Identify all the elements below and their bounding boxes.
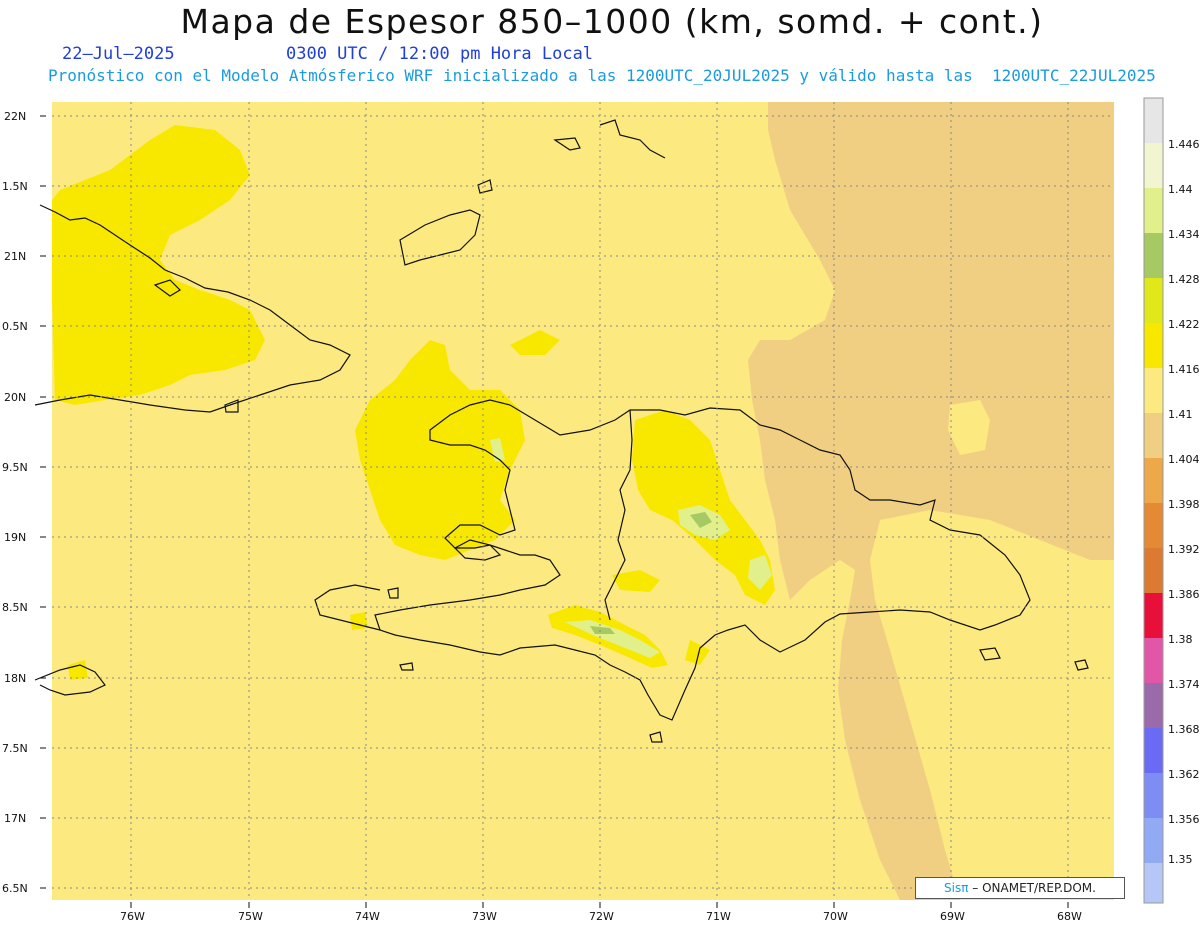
legend-label: 1.386	[1168, 588, 1200, 601]
lat-label: 7.5N	[2, 742, 28, 755]
legend-swatch	[1144, 728, 1163, 773]
legend-swatch	[1144, 143, 1163, 188]
legend-label: 1.356	[1168, 813, 1200, 826]
legend-swatch	[1144, 188, 1163, 233]
legend-label: 1.368	[1168, 723, 1200, 736]
legend-swatch	[1144, 683, 1163, 728]
lon-label: 70W	[823, 910, 848, 923]
legend-swatch	[1144, 593, 1163, 638]
lon-label: 71W	[706, 910, 731, 923]
lon-label: 68W	[1057, 910, 1082, 923]
thickness-map: 22N 1.5N 21N 0.5N 20N 9.5N 19N 8.5N 18N …	[2, 97, 1200, 923]
legend-label: 1.422	[1168, 318, 1200, 331]
legend-label: 1.374	[1168, 678, 1200, 691]
legend-swatch	[1144, 368, 1163, 413]
legend-label: 1.416	[1168, 363, 1200, 376]
legend-label: 1.404	[1168, 453, 1200, 466]
lon-label: 69W	[940, 910, 965, 923]
legend-label: 1.362	[1168, 768, 1200, 781]
legend-label: 1.392	[1168, 543, 1200, 556]
lat-label: 6.5N	[2, 882, 28, 895]
lat-label: 18N	[4, 672, 26, 685]
legend-swatch	[1144, 413, 1163, 458]
legend-label: 1.398	[1168, 498, 1200, 511]
legend-swatch	[1144, 503, 1163, 548]
credit-text: – ONAMET/REP.DOM.	[972, 881, 1096, 895]
lon-label: 73W	[472, 910, 497, 923]
color-legend: 1.446 1.44 1.434 1.428 1.422 1.416 1.41 …	[1143, 97, 1200, 904]
lat-label: 9.5N	[2, 461, 28, 474]
legend-swatch	[1144, 638, 1163, 683]
legend-label: 1.434	[1168, 228, 1200, 241]
legend-label: 1.38	[1168, 633, 1193, 646]
lon-label: 75W	[238, 910, 263, 923]
legend-swatch	[1144, 233, 1163, 278]
legend-label: 1.44	[1168, 183, 1193, 196]
legend-label: 1.41	[1168, 408, 1193, 421]
legend-label: 1.428	[1168, 273, 1200, 286]
lat-label: 19N	[4, 531, 26, 544]
legend-swatch	[1144, 818, 1163, 863]
legend-swatch	[1144, 98, 1163, 143]
legend-swatch	[1144, 323, 1163, 368]
legend-swatch	[1144, 278, 1163, 323]
lat-label: 0.5N	[2, 320, 28, 333]
lat-label: 8.5N	[2, 601, 28, 614]
lon-label: 74W	[355, 910, 380, 923]
legend-swatch	[1144, 863, 1163, 903]
lat-label: 21N	[4, 250, 26, 263]
credit-box: Sisπ – ONAMET/REP.DOM.	[915, 877, 1125, 899]
legend-label: 1.446	[1168, 138, 1200, 151]
lon-labels: 76W 75W 74W 73W 72W 71W 70W 69W 68W	[120, 910, 1082, 923]
lon-label: 72W	[589, 910, 614, 923]
lat-label: 17N	[4, 812, 26, 825]
lon-label: 76W	[120, 910, 145, 923]
credit-brand: Sisπ	[944, 881, 969, 895]
legend-swatch	[1144, 773, 1163, 818]
legend-label: 1.35	[1168, 853, 1193, 866]
lat-label: 1.5N	[2, 180, 28, 193]
legend-swatch	[1144, 548, 1163, 593]
lat-label: 22N	[4, 110, 26, 123]
lat-labels: 22N 1.5N 21N 0.5N 20N 9.5N 19N 8.5N 18N …	[2, 110, 28, 895]
lat-label: 20N	[4, 391, 26, 404]
legend-swatch	[1144, 458, 1163, 503]
